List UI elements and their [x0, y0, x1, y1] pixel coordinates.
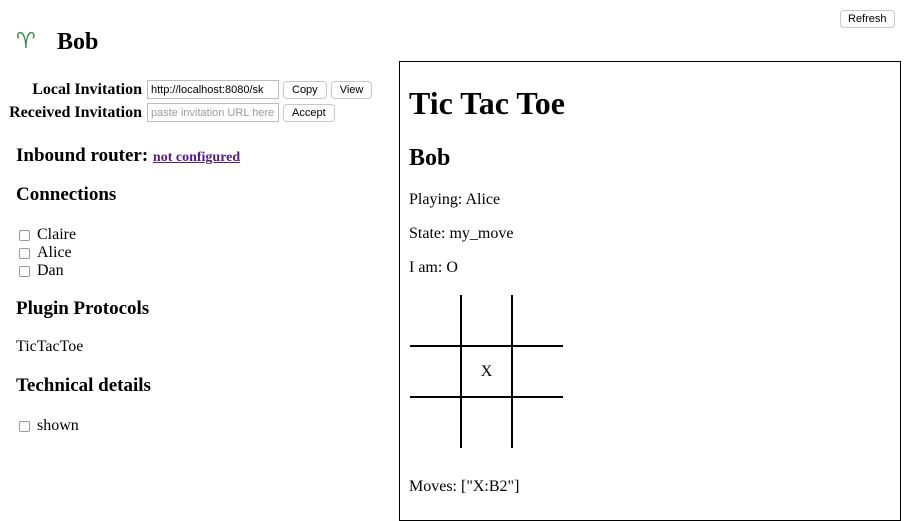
view-button[interactable]: View: [330, 80, 373, 99]
board-cell-b3[interactable]: [512, 346, 563, 397]
game-player: Bob: [409, 145, 451, 171]
playing-status: Playing: Alice: [409, 191, 501, 208]
connection-name: Alice: [37, 244, 72, 261]
moves-list: Moves: ["X:B2"]: [409, 478, 520, 495]
board-cell-a3[interactable]: [512, 295, 563, 346]
game-title: Tic Tac Toe: [409, 85, 565, 121]
refresh-button[interactable]: Refresh: [840, 10, 895, 28]
board-cell-a2[interactable]: [461, 295, 512, 346]
local-invitation-input[interactable]: [147, 80, 279, 99]
received-invitation-label: Received Invitation: [9, 103, 142, 121]
connections-heading: Connections: [16, 184, 117, 205]
received-invitation-input[interactable]: [147, 103, 279, 122]
app-header: ♈ Bob: [16, 28, 98, 56]
agent-name: Bob: [57, 29, 99, 55]
local-invitation-label: Local Invitation: [32, 80, 142, 98]
received-invitation-row: Received Invitation Accept: [6, 103, 335, 122]
copy-button[interactable]: Copy: [283, 80, 327, 99]
aries-icon: ♈: [16, 29, 36, 54]
board-cell-a1[interactable]: [410, 295, 461, 346]
technical-details-toggle[interactable]: shown: [19, 417, 79, 435]
accept-button[interactable]: Accept: [283, 103, 335, 122]
game-state: State: my_move: [409, 225, 514, 242]
technical-details-label: shown: [37, 417, 79, 434]
board-cell-b2[interactable]: X: [461, 346, 512, 397]
connection-name: Claire: [37, 226, 77, 243]
connection-name: Dan: [37, 262, 64, 279]
connection-checkbox[interactable]: [19, 229, 30, 241]
technical-details-checkbox[interactable]: [19, 420, 30, 432]
local-invitation-row: Local Invitation Copy View: [6, 80, 373, 99]
plugin-protocol-item: TicTacToe: [16, 338, 84, 355]
board-cell-c1[interactable]: [410, 397, 461, 448]
connection-item[interactable]: Alice: [19, 244, 72, 262]
player-symbol: I am: O: [409, 259, 458, 276]
inbound-router-label: Inbound router:: [16, 145, 149, 166]
inbound-router-heading: Inbound router: not configured: [16, 145, 240, 167]
plugin-protocols-heading: Plugin Protocols: [16, 298, 150, 319]
board-cell-c2[interactable]: [461, 397, 512, 448]
connection-item[interactable]: Claire: [19, 226, 76, 244]
connection-checkbox[interactable]: [19, 247, 30, 259]
tictactoe-panel: Tic Tac Toe Bob Playing: Alice State: my…: [399, 61, 901, 521]
technical-details-heading: Technical details: [16, 375, 151, 396]
board-cell-c3[interactable]: [512, 397, 563, 448]
board-cell-b1[interactable]: [410, 346, 461, 397]
connection-checkbox[interactable]: [19, 265, 30, 277]
inbound-router-link[interactable]: not configured: [153, 150, 240, 165]
game-board: X: [410, 295, 563, 448]
connection-item[interactable]: Dan: [19, 262, 64, 280]
